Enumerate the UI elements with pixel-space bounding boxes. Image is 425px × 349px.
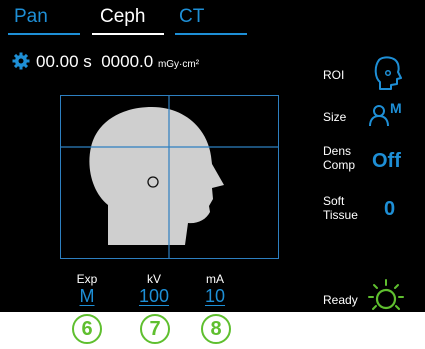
callout-7: 7 [140, 314, 170, 344]
patient-positioning-field [60, 95, 279, 259]
size-value: M [390, 100, 402, 116]
dens-comp-value[interactable]: Off [372, 150, 401, 173]
exposure-status: 00.00 s 0000.0 mGy·cm² [12, 52, 199, 72]
callout-6: 6 [72, 314, 102, 344]
gear-icon[interactable] [12, 52, 30, 70]
tab-ct-underline [175, 33, 247, 35]
exp-value[interactable]: M [72, 286, 102, 307]
exposure-time: 00.00 s [36, 52, 92, 71]
roi-label: ROI [323, 68, 345, 82]
head-silhouette [89, 107, 224, 245]
kv-value[interactable]: 100 [134, 286, 174, 307]
dens-comp-label: Dens Comp [323, 144, 356, 172]
ready-label: Ready [323, 293, 358, 307]
tab-ceph-underline [92, 33, 164, 35]
callout-8: 8 [201, 314, 231, 344]
soft-tissue-value[interactable]: 0 [384, 198, 395, 221]
tab-ct[interactable]: CT [179, 6, 204, 28]
tab-pan[interactable]: Pan [14, 6, 48, 28]
head-roi-icon[interactable] [371, 56, 403, 95]
control-panel-screen: Pan Ceph CT 00.00 s 0000.0 mGy·cm² Exp M… [0, 0, 425, 312]
size-label: Size [323, 110, 347, 124]
ma-label: mA [206, 272, 224, 286]
patient-size-icon[interactable]: M [367, 100, 411, 128]
soft-tissue-label: Soft Tissue [323, 194, 358, 222]
exp-label: Exp [76, 272, 98, 286]
tab-ceph[interactable]: Ceph [100, 6, 145, 28]
kv-label: kV [146, 272, 161, 286]
ma-value[interactable]: 10 [200, 286, 230, 307]
ready-indicator-icon [367, 278, 405, 321]
tab-pan-underline [8, 33, 80, 35]
dose-unit: mGy·cm² [157, 59, 200, 70]
dose-value: 0000.0 [101, 52, 154, 71]
